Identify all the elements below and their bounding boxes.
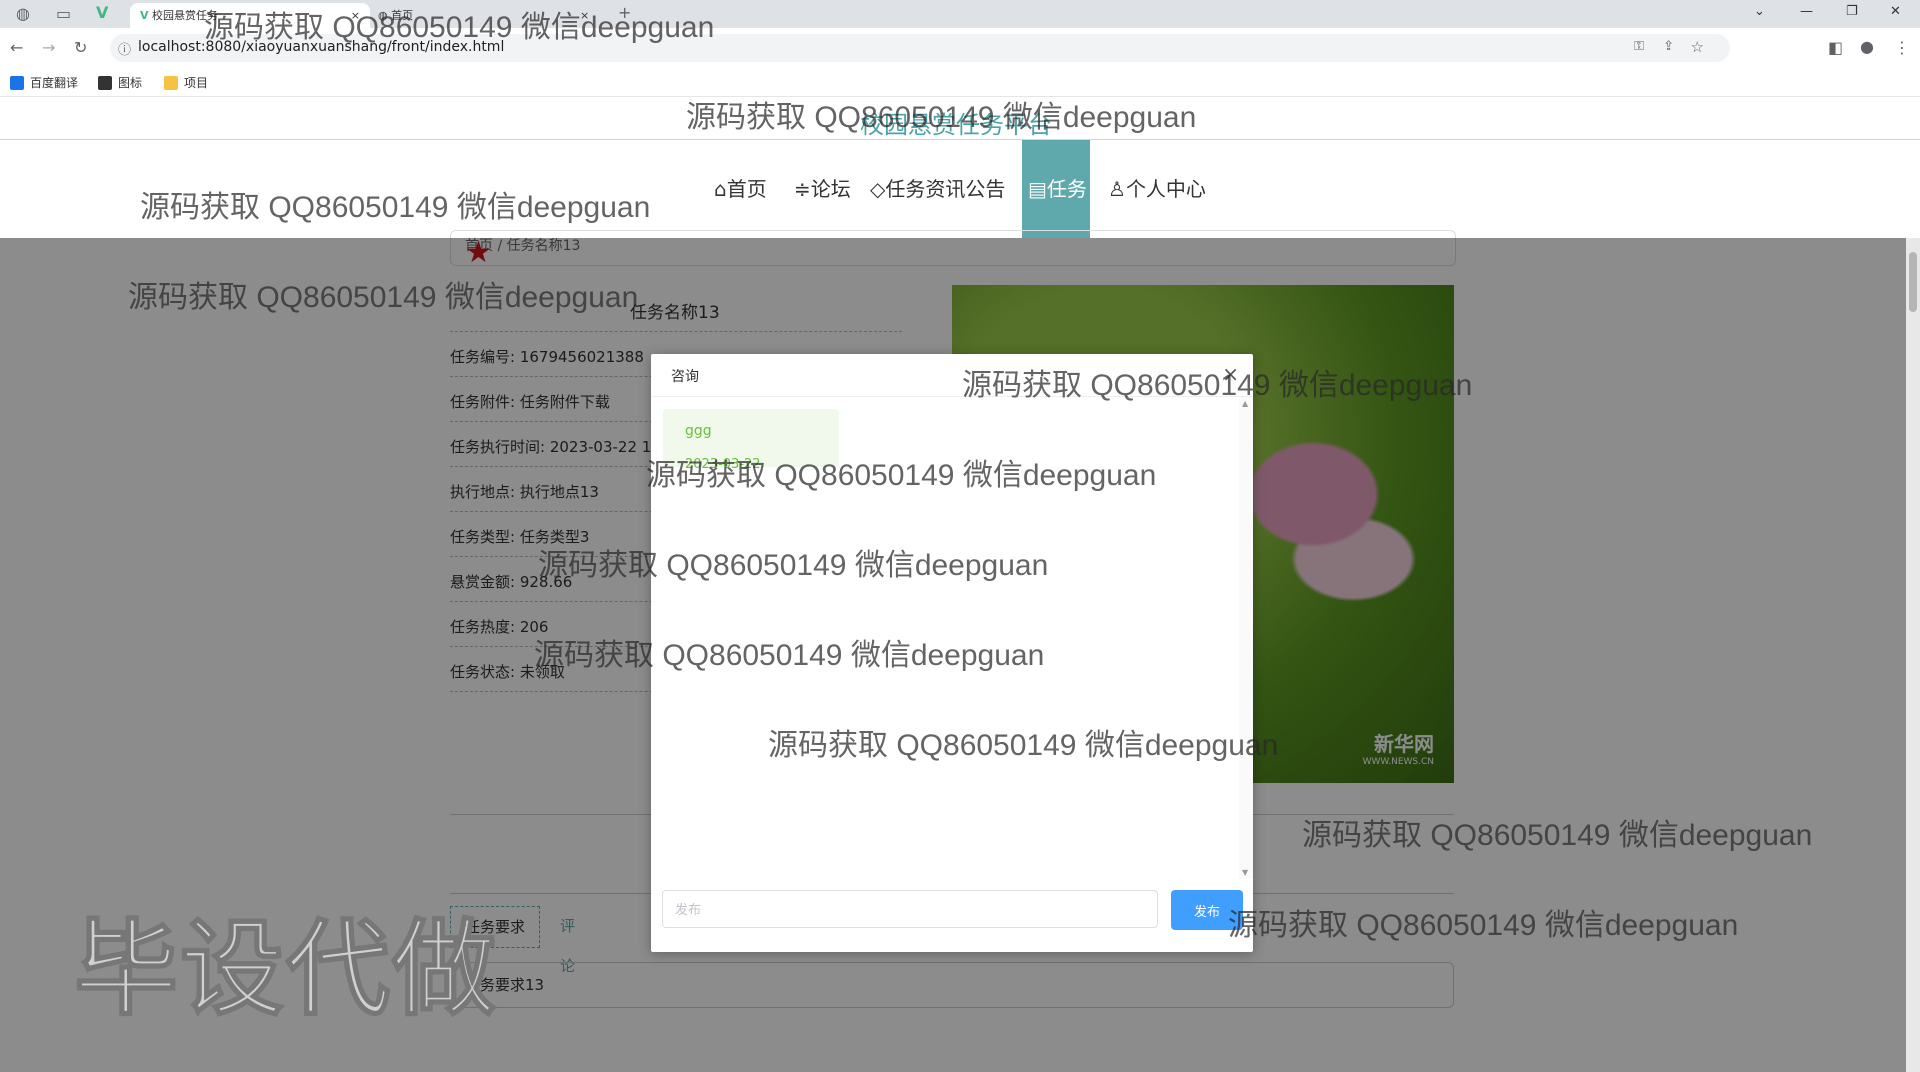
share-icon[interactable]: ⇪ bbox=[1663, 39, 1674, 54]
page-scrollbar[interactable] bbox=[1906, 238, 1920, 1072]
nav-label: 首页 bbox=[726, 177, 767, 201]
sidebar-icon[interactable]: ◧ bbox=[1828, 40, 1843, 56]
watermark: 源码获取 QQ86050149 微信deepguan bbox=[140, 191, 651, 224]
watermark: 源码获取 QQ86050149 微信deepguan bbox=[686, 101, 1197, 134]
restore-icon[interactable]: ❐ bbox=[1846, 4, 1858, 19]
reload-icon[interactable]: ↻ bbox=[74, 40, 87, 56]
bookmark-item[interactable]: 图标 bbox=[98, 74, 142, 91]
image-icon bbox=[98, 75, 112, 90]
scrollbar-thumb[interactable] bbox=[1909, 252, 1917, 312]
folder-icon bbox=[164, 75, 178, 90]
bookmark-label: 项目 bbox=[184, 76, 209, 90]
info-icon[interactable]: ⓘ bbox=[118, 39, 131, 58]
translate-icon bbox=[10, 75, 24, 90]
vue-icon: V bbox=[140, 9, 149, 22]
watermark: 源码获取 QQ86050149 微信deepguan bbox=[1228, 909, 1739, 942]
bookmark-item[interactable]: 项目 bbox=[164, 74, 208, 91]
forum-icon: ≑ bbox=[794, 177, 811, 201]
watermark: 源码获取 QQ86050149 微信deepguan bbox=[128, 281, 639, 314]
bookmark-label: 百度翻译 bbox=[30, 76, 79, 90]
task-icon: ▤ bbox=[1028, 177, 1047, 201]
watermark: 源码获取 QQ86050149 微信deepguan bbox=[204, 11, 715, 44]
tag-icon: ◇ bbox=[870, 177, 886, 201]
nav-label: 个人中心 bbox=[1125, 177, 1206, 201]
forward-icon[interactable]: → bbox=[42, 40, 55, 56]
nav-item-profile[interactable]: ♙个人中心 bbox=[1108, 140, 1206, 238]
nav-item-task[interactable]: ▤任务 bbox=[1022, 140, 1090, 238]
nav-item-news[interactable]: ◇任务资讯公告 bbox=[870, 140, 1005, 238]
user-icon: ♙ bbox=[1108, 177, 1126, 201]
message-text: ggg bbox=[685, 423, 712, 439]
minimize-icon[interactable]: — bbox=[1800, 4, 1813, 19]
nav-item-forum[interactable]: ≑论坛 bbox=[794, 140, 851, 238]
dialog-scrollbar[interactable]: ▲ ▼ bbox=[1239, 397, 1253, 879]
nav-item-home[interactable]: ⌂首页 bbox=[714, 140, 767, 238]
globe-icon[interactable]: ◍ bbox=[16, 6, 30, 22]
nav-label: 论坛 bbox=[810, 177, 851, 201]
key-icon[interactable]: ⚿ bbox=[1634, 39, 1644, 54]
menu-icon[interactable]: ⋮ bbox=[1894, 40, 1910, 56]
scroll-down-icon[interactable]: ▼ bbox=[1242, 868, 1248, 877]
bookmark-label: 图标 bbox=[118, 76, 143, 90]
chevron-down-icon[interactable]: ⌄ bbox=[1754, 4, 1765, 19]
vue-icon[interactable]: V bbox=[96, 5, 108, 21]
back-icon[interactable]: ← bbox=[10, 40, 23, 56]
watermark: 源码获取 QQ86050149 微信deepguan bbox=[646, 459, 1157, 492]
watermark: 源码获取 QQ86050149 微信deepguan bbox=[534, 639, 1045, 672]
bookmark-star-icon[interactable]: ☆ bbox=[1691, 38, 1704, 56]
watermark: 源码获取 QQ86050149 微信deepguan bbox=[768, 729, 1279, 762]
message-input[interactable] bbox=[662, 890, 1158, 928]
watermark: 源码获取 QQ86050149 微信deepguan bbox=[962, 369, 1473, 402]
watermark: 源码获取 QQ86050149 微信deepguan bbox=[1302, 819, 1813, 852]
dialog-footer: 发布 bbox=[651, 880, 1253, 952]
dialog-title: 咨询 bbox=[671, 369, 699, 385]
home-icon: ⌂ bbox=[714, 177, 727, 201]
nav-label: 任务资讯公告 bbox=[885, 177, 1006, 201]
close-window-icon[interactable]: ✕ bbox=[1890, 4, 1901, 19]
tab-icon[interactable]: ▭ bbox=[56, 6, 71, 22]
watermark: 源码获取 QQ86050149 微信deepguan bbox=[538, 549, 1049, 582]
watermark-big: 毕设代做 bbox=[73, 907, 499, 1031]
nav-label: 任务 bbox=[1046, 177, 1087, 201]
profile-icon[interactable]: ● bbox=[1860, 39, 1874, 55]
bookmark-item[interactable]: 百度翻译 bbox=[10, 74, 78, 91]
